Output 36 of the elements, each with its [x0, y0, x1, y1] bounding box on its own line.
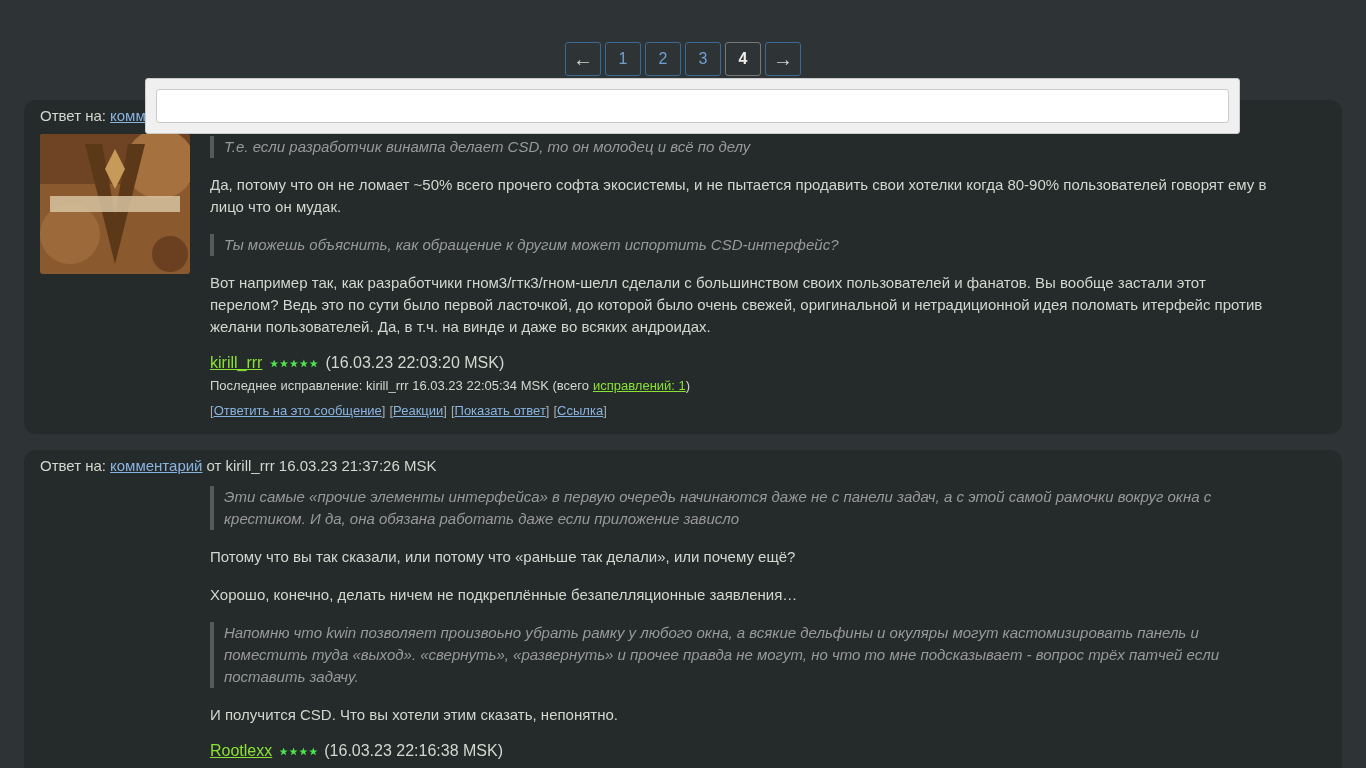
bracket: [ — [450, 403, 455, 418]
post-time: (16.03.23 22:03:20 MSK) — [325, 354, 505, 372]
bracket: [ — [389, 403, 394, 418]
comment-link[interactable]: комментарий — [110, 456, 203, 476]
quote-text: Ты можешь объяснить, как обращение к другим может испортить CSD-интерфейс? — [210, 234, 1276, 256]
page-button[interactable]: 3 — [685, 42, 721, 76]
comment-link[interactable]: комм — [110, 106, 146, 126]
comment-text: Да, потому что он не ломает ~50% всего прочего софта экосистемы, и не пытается продавить свои хотелки когда 80-90% пользователей говорят ему в лицо что он мудак. — [210, 175, 1268, 217]
reply-info: от kirill_rrr 16.03.23 21:37:26 MSK — [206, 456, 437, 476]
page-button[interactable]: ← — [565, 42, 601, 76]
search-field[interactable] — [156, 89, 1229, 123]
comment-text: Вот например так, как разработчики гном3/гтк3/гном-шелл сделали с большинством своих пользователей и фанатов. Вы вообще застали этот перелом? Ведь это по сути было первой ласточкой, до которой было очень свежей, оригинальной и нетрадиционной идея поломать итерфейс против желани пользователей. Да, в т.ч. на винде и даже во всяких андроидах. — [210, 273, 1264, 337]
username-link[interactable]: Rootlexx — [210, 742, 273, 760]
reply-label: Ответ на: — [40, 456, 106, 476]
edit-close: ) — [685, 378, 691, 393]
bracket: ] — [603, 403, 607, 418]
bracket: ] — [381, 403, 386, 418]
page-button[interactable]: 1 — [605, 42, 641, 76]
quote-text: Т.е. если разработчик винампа делает CSD, то он молодец и всё по делу — [210, 136, 1276, 158]
comment-text: И получится CSD. Что вы хотели этим сказать, непонятно. — [210, 705, 620, 725]
bracket: [ — [553, 403, 558, 418]
bracket: ] — [545, 403, 550, 418]
page-button[interactable]: 2 — [645, 42, 681, 76]
comment-text: Потому что вы так сказали, или потому что «раньше так делали», или почему ещё? — [210, 547, 797, 567]
username-link[interactable]: kirill_rrr — [210, 354, 263, 372]
reply-label: Ответ на: — [40, 106, 106, 126]
post-time: (16.03.23 22:16:38 MSK) — [324, 742, 504, 760]
comment-text: Хорошо, конечно, делать ничем не подкреплённые безапелляционные заявления… — [210, 585, 799, 605]
edits-link[interactable]: исправлений: 1 — [592, 378, 686, 393]
bracket: [ — [210, 403, 214, 418]
page-button[interactable]: → — [765, 42, 801, 76]
quote-text: Эти самые «прочие элементы интерфейса» в первую очередь начинаются даже не с панели задач, а с этой самой рамочки вокруг окна с крестиком. И да, она обязана работать даже если приложение зависло — [210, 486, 1276, 530]
quote-text: Напомню что kwin позволяет произвоьно убрать рамку у любого окна, а всякие дельфины и окуляры могут кастомизировать панель и поместить туда «выход». «свернуть», «развернуть» и прочее правда не могут, но что то мне подсказывает - вопрос трёх патчей если поставить задачу. — [210, 622, 1276, 688]
page-button[interactable]: 4 — [725, 42, 761, 76]
edit-info: Последнее исправление: kirill_rrr 16.03.23 22:05:34 MSK (всего — [210, 378, 589, 393]
bracket: ] — [443, 403, 447, 418]
